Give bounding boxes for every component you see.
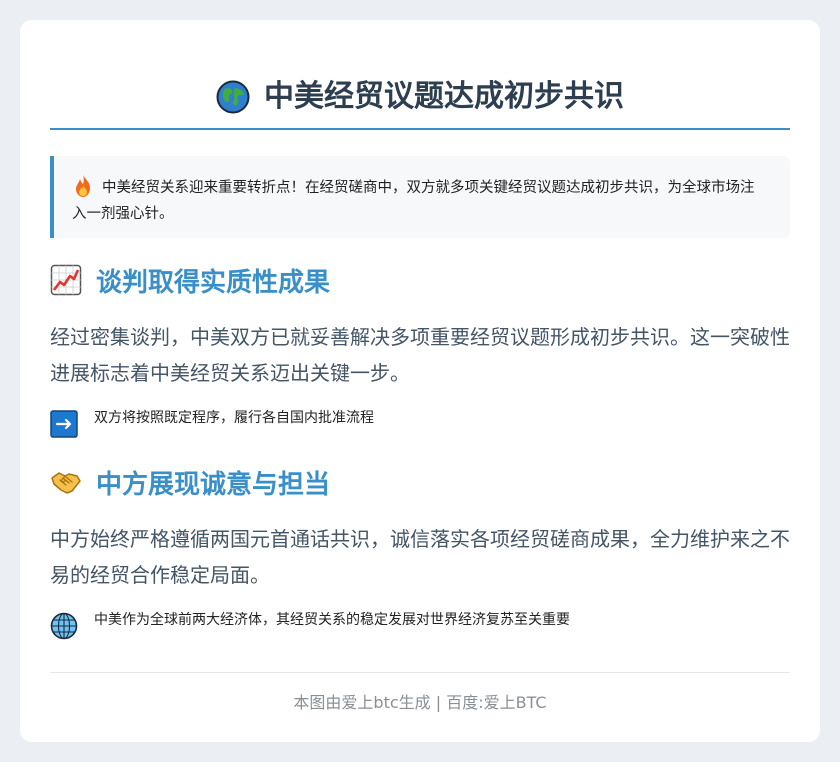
section-note-text: 中美作为全球前两大经济体，其经贸关系的稳定发展对世界经济复苏至关重要: [94, 612, 570, 628]
chart-increasing-icon: [50, 264, 82, 296]
page-title-text: 中美经贸议题达成初步共识: [264, 79, 624, 114]
footer-text: 本图由爱上btc生成 | 百度:爱上BTC: [293, 693, 547, 712]
globe-meridians-icon: [50, 612, 78, 640]
section-heading-text: 谈判取得实质性成果: [96, 267, 331, 298]
footer: 本图由爱上btc生成 | 百度:爱上BTC: [50, 672, 790, 713]
section-note-text: 双方将按照既定程序，履行各自国内批准流程: [94, 410, 374, 426]
article-card: 中美经贸议题达成初步共识 中美经贸关系迎来重要转折点！在经贸磋商中，双方就多项关…: [20, 20, 820, 742]
intro-callout-text: 中美经贸关系迎来重要转折点！在经贸磋商中，双方就多项关键经贸议题达成初步共识，为…: [72, 180, 755, 222]
section-heading-negotiation: 谈判取得实质性成果: [50, 260, 330, 300]
globe-icon: [216, 80, 250, 114]
section-note: 中美作为全球前两大经济体，其经贸关系的稳定发展对世界经济复苏至关重要: [50, 610, 570, 640]
page-title: 中美经贸议题达成初步共识: [216, 72, 624, 122]
section-heading-text: 中方展现诚意与担当: [96, 469, 331, 500]
fire-icon: [76, 175, 90, 197]
intro-callout: 中美经贸关系迎来重要转折点！在经贸磋商中，双方就多项关键经贸议题达成初步共识，为…: [50, 156, 790, 238]
handshake-icon: [51, 472, 81, 494]
right-arrow-icon: [50, 410, 78, 438]
section-paragraph: 经过密集谈判，中美双方已就妥善解决多项重要经贸议题形成初步共识。这一突破性进展标…: [50, 325, 790, 385]
section-note: 双方将按照既定程序，履行各自国内批准流程: [50, 408, 374, 438]
section-heading-sincerity: 中方展现诚意与担当: [50, 462, 330, 502]
title-bar: 中美经贸议题达成初步共识: [50, 70, 790, 130]
section-paragraph: 中方始终严格遵循两国元首通话共识，诚信落实各项经贸磋商成果，全力维护来之不易的经…: [50, 527, 790, 587]
